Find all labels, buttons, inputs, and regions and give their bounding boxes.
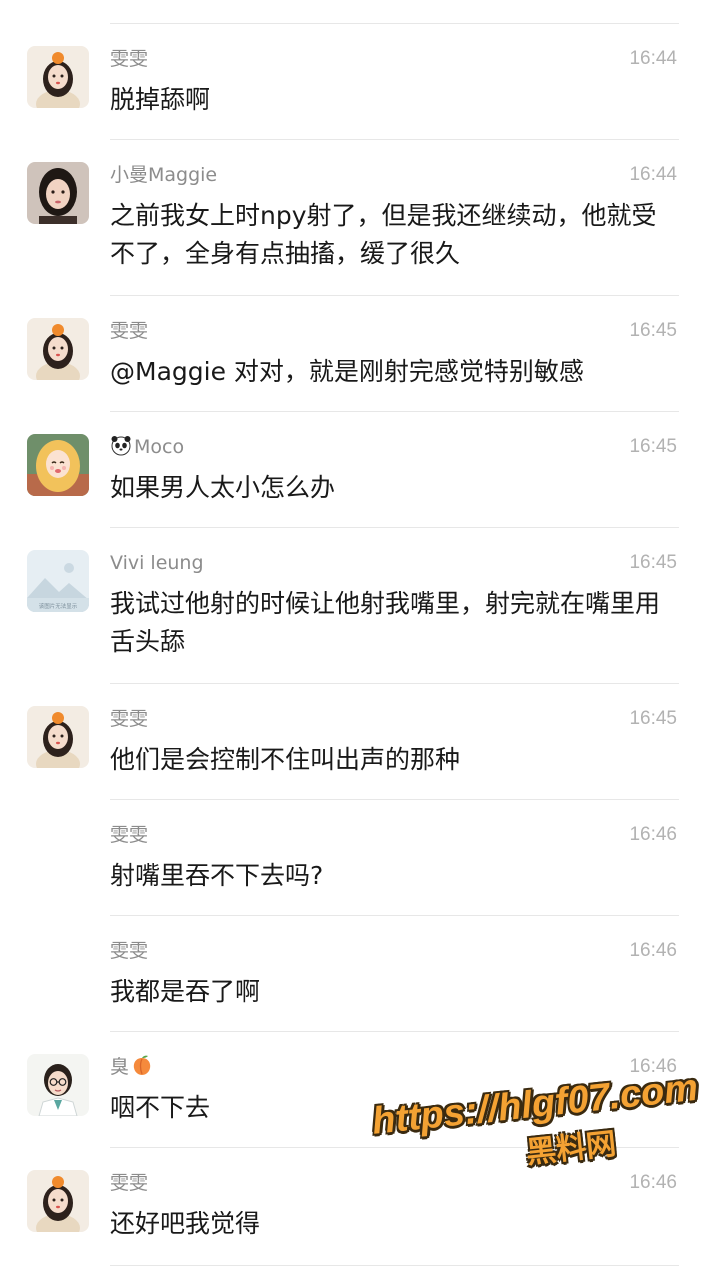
chat-message[interactable]: 臭 16:46 咽不下去 <box>0 1032 707 1148</box>
sender-name[interactable]: Moco <box>110 434 184 460</box>
divider <box>110 1265 679 1266</box>
avatar-caption: 该图片无法显示 <box>39 602 78 610</box>
chat-message[interactable]: 雯雯 16:46 我都是吞了啊 <box>0 916 707 1032</box>
message-text: 脱掉舔啊 <box>110 85 211 114</box>
message-time: 16:44 <box>629 164 677 185</box>
chat-message[interactable]: 雯雯 16:44 脱掉舔啊 <box>0 24 707 140</box>
avatar-wenwen[interactable] <box>27 318 89 380</box>
avatar-chou[interactable] <box>27 1054 89 1116</box>
message-time: 16:45 <box>629 552 677 573</box>
sender-name[interactable]: 雯雯 <box>110 938 148 964</box>
sender-name[interactable]: 雯雯 <box>110 822 148 848</box>
sender-name[interactable]: 小曼Maggie <box>110 162 217 188</box>
sender-name[interactable]: 雯雯 <box>110 706 148 732</box>
message-time: 16:45 <box>629 320 677 341</box>
chat-message[interactable]: Moco 16:45 如果男人太小怎么办 <box>0 412 707 528</box>
message-text: @Maggie 对对，就是刚射完感觉特别敏感 <box>110 357 584 386</box>
girl-orange-hat-avatar-icon <box>27 46 89 108</box>
chat-message[interactable]: 雯雯 16:46 射嘴里吞不下去吗? <box>0 800 707 916</box>
message-text: 如果男人太小怎么办 <box>110 473 336 502</box>
message-text: 我都是吞了啊 <box>110 977 261 1006</box>
avatar-moco[interactable] <box>27 434 89 496</box>
message-time: 16:46 <box>629 824 677 845</box>
sender-name[interactable]: Vivi leung <box>110 550 204 576</box>
message-time: 16:45 <box>629 708 677 729</box>
girl-orange-hat-avatar-icon <box>27 706 89 768</box>
sender-name[interactable]: 雯雯 <box>110 1170 148 1196</box>
girl-orange-hat-avatar-icon <box>27 1170 89 1232</box>
sender-name[interactable]: 雯雯 <box>110 318 148 344</box>
avatar-vivi[interactable]: 该图片无法显示 <box>27 550 89 612</box>
message-time: 16:45 <box>629 436 677 457</box>
avatar-wenwen[interactable] <box>27 46 89 108</box>
sender-name-text: Moco <box>134 436 185 458</box>
message-text: 射嘴里吞不下去吗? <box>110 861 324 890</box>
sender-name-text: 臭 <box>110 1056 130 1078</box>
message-text: 我试过他射的时候让他射我嘴里，射完就在嘴里用舌头舔 <box>110 589 661 656</box>
chat-message[interactable]: 雯雯 16:46 还好吧我觉得 <box>0 1148 707 1266</box>
girl-orange-hat-avatar-icon <box>27 318 89 380</box>
doctor-cartoon-avatar-icon <box>27 1054 89 1116</box>
chat-message[interactable]: 雯雯 16:45 @Maggie 对对，就是刚射完感觉特别敏感 <box>0 296 707 412</box>
message-text: 咽不下去 <box>110 1093 211 1122</box>
peach-icon <box>131 1054 153 1076</box>
sender-name[interactable]: 雯雯 <box>110 46 148 72</box>
avatar-maggie[interactable] <box>27 162 89 224</box>
message-text: 之前我女上时npy射了，但是我还继续动，他就受不了，全身有点抽搐，缓了很久 <box>110 201 657 268</box>
chat-message[interactable]: 小曼Maggie 16:44 之前我女上时npy射了，但是我还继续动，他就受不了… <box>0 140 707 296</box>
message-time: 16:46 <box>629 1172 677 1193</box>
avatar-wenwen[interactable] <box>27 1170 89 1232</box>
message-text: 他们是会控制不住叫出声的那种 <box>110 745 461 774</box>
placeholder-image-avatar-icon: 该图片无法显示 <box>27 550 89 612</box>
chat-message[interactable]: 雯雯 16:45 他们是会控制不住叫出声的那种 <box>0 684 707 800</box>
panda-icon <box>110 434 132 456</box>
message-time: 16:46 <box>629 1056 677 1077</box>
sender-name[interactable]: 臭 <box>110 1054 155 1080</box>
message-time: 16:46 <box>629 940 677 961</box>
message-time: 16:44 <box>629 48 677 69</box>
woman-selfie-avatar-icon <box>27 162 89 224</box>
cartoon-blonde-girl-avatar-icon <box>27 434 89 496</box>
message-text: 还好吧我觉得 <box>110 1209 261 1238</box>
chat-message[interactable]: 该图片无法显示 Vivi leung 16:45 我试过他射的时候让他射我嘴里，… <box>0 528 707 684</box>
avatar-wenwen[interactable] <box>27 706 89 768</box>
